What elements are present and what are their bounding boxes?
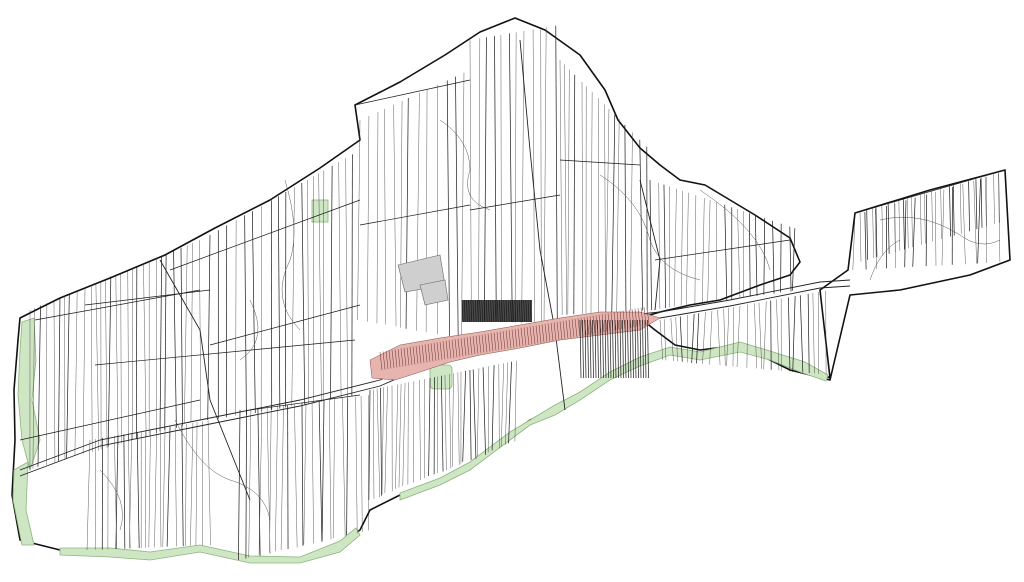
parcel-boundary: [746, 304, 748, 368]
parcel-boundary: [754, 303, 757, 369]
parcel-boundary: [723, 308, 726, 366]
cadastral-map: [11, 17, 1011, 564]
green-patch-center: [429, 364, 453, 390]
green-patch-north: [311, 199, 329, 223]
parcel-boundary: [758, 302, 762, 369]
parcel-boundary: [732, 307, 734, 367]
parcel-boundary: [807, 293, 810, 374]
parcel-boundary: [736, 305, 741, 368]
parcel-boundary: [726, 307, 730, 367]
municipal-boundary: [11, 17, 1011, 561]
parcel-boundary: [812, 293, 815, 374]
